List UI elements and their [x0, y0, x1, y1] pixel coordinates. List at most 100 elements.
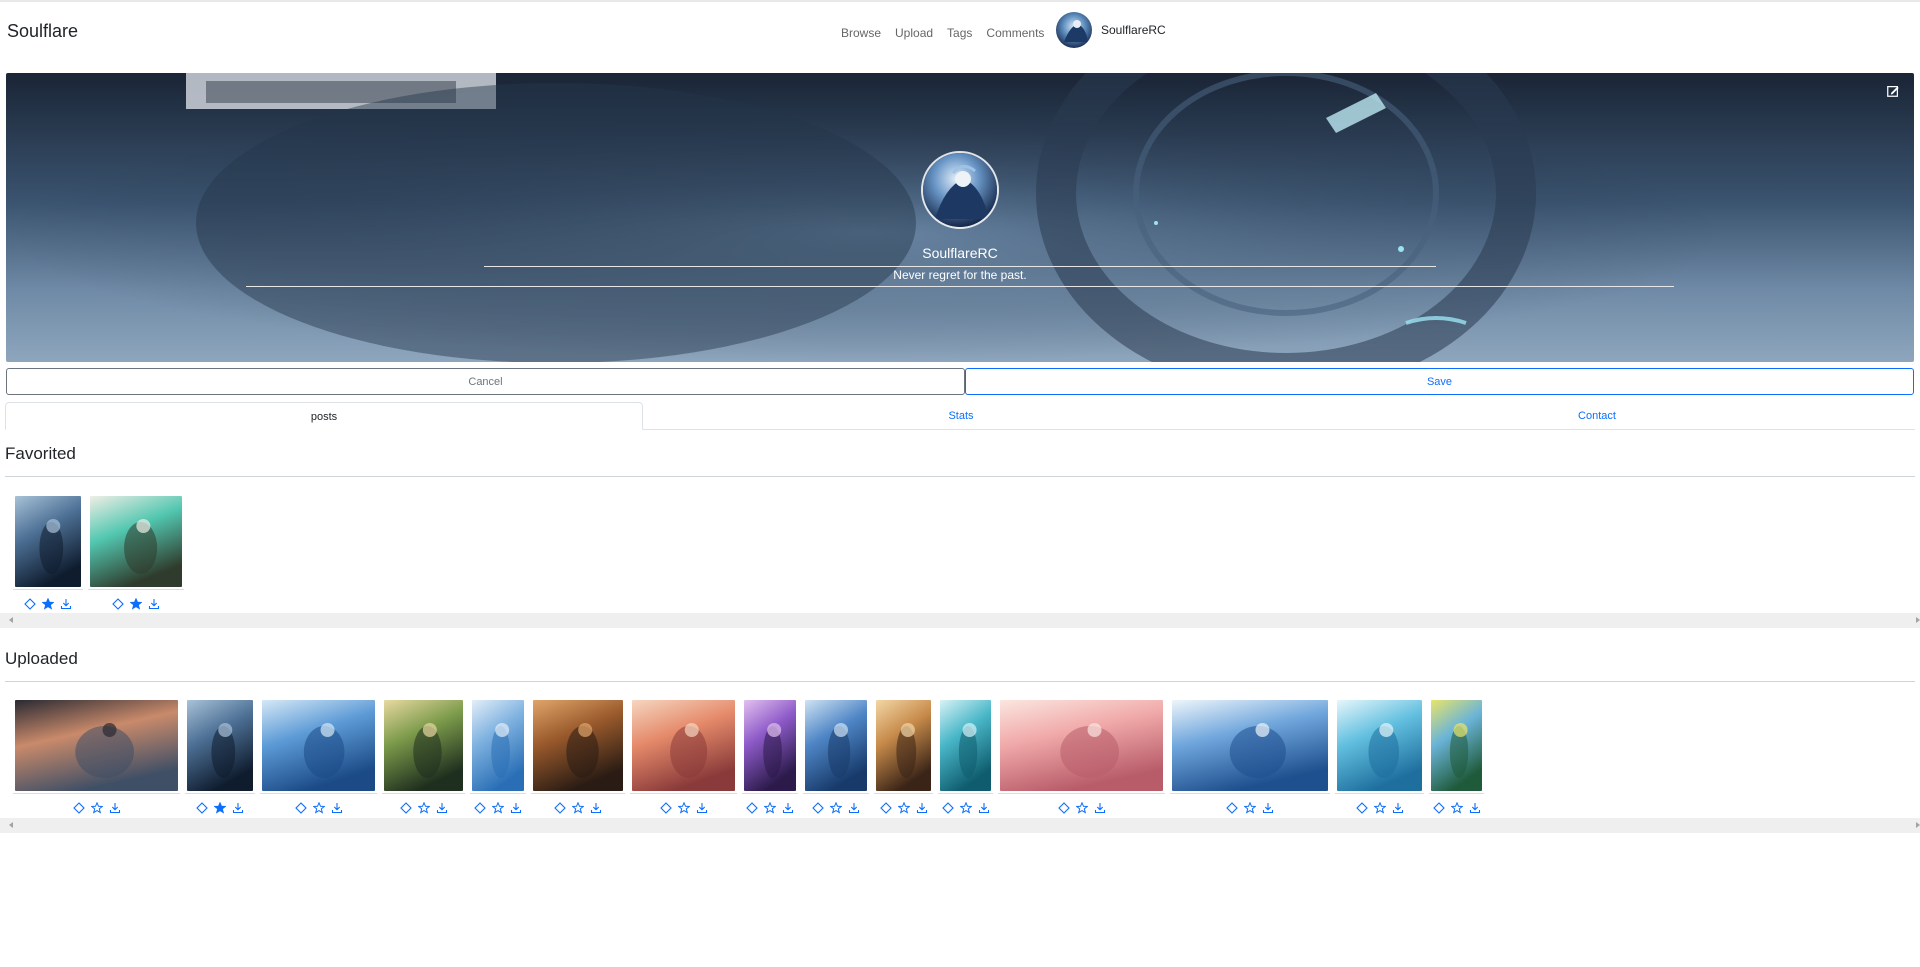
post-thumbnail[interactable] — [1337, 700, 1422, 791]
like-diamond-icon[interactable] — [1226, 801, 1238, 814]
download-icon[interactable] — [782, 801, 794, 814]
like-diamond-icon[interactable] — [196, 801, 208, 814]
download-icon[interactable] — [1469, 801, 1481, 814]
cancel-button[interactable]: Cancel — [6, 368, 965, 395]
post-card[interactable] — [531, 700, 625, 814]
favorite-star-icon[interactable] — [213, 801, 227, 814]
nav-upload-link[interactable]: Upload — [895, 26, 933, 40]
post-thumbnail[interactable] — [805, 700, 867, 791]
like-diamond-icon[interactable] — [112, 597, 124, 610]
post-card[interactable] — [998, 700, 1165, 814]
like-diamond-icon[interactable] — [24, 597, 36, 610]
post-thumbnail[interactable] — [1431, 700, 1482, 791]
favorite-star-icon[interactable] — [311, 801, 326, 814]
download-icon[interactable] — [1262, 801, 1274, 814]
tab-stats[interactable]: Stats — [643, 402, 1279, 429]
download-icon[interactable] — [696, 801, 708, 814]
scroll-right-icon[interactable] — [1916, 822, 1920, 828]
like-diamond-icon[interactable] — [812, 801, 824, 814]
download-icon[interactable] — [510, 801, 522, 814]
post-card[interactable] — [382, 700, 465, 814]
like-diamond-icon[interactable] — [554, 801, 566, 814]
tab-contact[interactable]: Contact — [1279, 402, 1915, 429]
post-card[interactable] — [13, 700, 180, 814]
favorite-star-icon[interactable] — [896, 801, 911, 814]
post-card[interactable] — [630, 700, 737, 814]
post-card[interactable] — [1170, 700, 1330, 814]
post-card[interactable] — [938, 700, 993, 814]
post-card[interactable] — [260, 700, 377, 814]
favorite-star-icon[interactable] — [129, 597, 143, 610]
download-icon[interactable] — [1094, 801, 1106, 814]
favorite-star-icon[interactable] — [41, 597, 55, 610]
post-card[interactable] — [13, 496, 83, 610]
nav-tags-link[interactable]: Tags — [947, 26, 972, 40]
favorite-star-icon[interactable] — [829, 801, 843, 814]
like-diamond-icon[interactable] — [474, 801, 486, 814]
favorite-star-icon[interactable] — [89, 801, 104, 814]
scroll-left-icon[interactable] — [9, 617, 13, 623]
like-diamond-icon[interactable] — [72, 801, 85, 814]
like-diamond-icon[interactable] — [879, 801, 892, 814]
tab-posts[interactable]: posts — [5, 402, 643, 430]
post-card[interactable] — [185, 700, 255, 814]
profile-avatar[interactable] — [921, 151, 999, 229]
download-icon[interactable] — [232, 801, 244, 814]
download-icon[interactable] — [109, 801, 121, 814]
download-icon[interactable] — [978, 801, 990, 814]
favorite-star-icon[interactable] — [491, 801, 505, 814]
nav-comments-link[interactable]: Comments — [986, 26, 1044, 40]
post-card[interactable] — [1429, 700, 1484, 814]
post-thumbnail[interactable] — [744, 700, 796, 791]
favorite-star-icon[interactable] — [1243, 801, 1257, 814]
post-thumbnail[interactable] — [533, 700, 623, 791]
like-diamond-icon[interactable] — [941, 801, 954, 814]
favorite-star-icon[interactable] — [1074, 801, 1089, 814]
favorited-scrollbar[interactable] — [0, 613, 1920, 628]
post-thumbnail[interactable] — [1172, 700, 1328, 791]
nav-browse-link[interactable]: Browse — [841, 26, 881, 40]
download-icon[interactable] — [848, 801, 860, 814]
download-icon[interactable] — [436, 801, 448, 814]
like-diamond-icon[interactable] — [1057, 801, 1070, 814]
post-thumbnail[interactable] — [15, 700, 178, 791]
post-thumbnail[interactable] — [90, 496, 182, 587]
uploaded-scrollbar[interactable] — [0, 818, 1920, 833]
edit-banner-icon[interactable] — [1886, 84, 1900, 98]
scroll-left-icon[interactable] — [9, 822, 13, 828]
post-thumbnail[interactable] — [876, 700, 931, 791]
user-menu[interactable]: SoulflareRC — [1056, 12, 1166, 48]
favorite-star-icon[interactable] — [1372, 801, 1387, 814]
post-card[interactable] — [803, 700, 869, 814]
like-diamond-icon[interactable] — [294, 801, 307, 814]
favorite-star-icon[interactable] — [571, 801, 585, 814]
like-diamond-icon[interactable] — [399, 801, 412, 814]
favorite-star-icon[interactable] — [1449, 801, 1464, 814]
like-diamond-icon[interactable] — [1432, 801, 1445, 814]
download-icon[interactable] — [590, 801, 602, 814]
download-icon[interactable] — [331, 801, 343, 814]
favorite-star-icon[interactable] — [763, 801, 777, 814]
post-thumbnail[interactable] — [187, 700, 253, 791]
post-thumbnail[interactable] — [262, 700, 375, 791]
bio-input[interactable] — [246, 263, 1674, 287]
favorite-star-icon[interactable] — [958, 801, 973, 814]
favorite-star-icon[interactable] — [416, 801, 431, 814]
post-thumbnail[interactable] — [940, 700, 991, 791]
scroll-right-icon[interactable] — [1916, 617, 1920, 623]
post-card[interactable] — [874, 700, 933, 814]
brand-logo[interactable]: Soulflare — [7, 21, 78, 42]
post-card[interactable] — [470, 700, 526, 814]
post-card[interactable] — [1335, 700, 1424, 814]
post-thumbnail[interactable] — [1000, 700, 1163, 791]
favorite-star-icon[interactable] — [676, 801, 691, 814]
download-icon[interactable] — [1392, 801, 1404, 814]
like-diamond-icon[interactable] — [1355, 801, 1368, 814]
post-thumbnail[interactable] — [472, 700, 524, 791]
save-button[interactable]: Save — [965, 368, 1914, 395]
post-card[interactable] — [742, 700, 798, 814]
download-icon[interactable] — [60, 597, 72, 610]
post-thumbnail[interactable] — [632, 700, 735, 791]
like-diamond-icon[interactable] — [659, 801, 672, 814]
post-card[interactable] — [88, 496, 184, 610]
